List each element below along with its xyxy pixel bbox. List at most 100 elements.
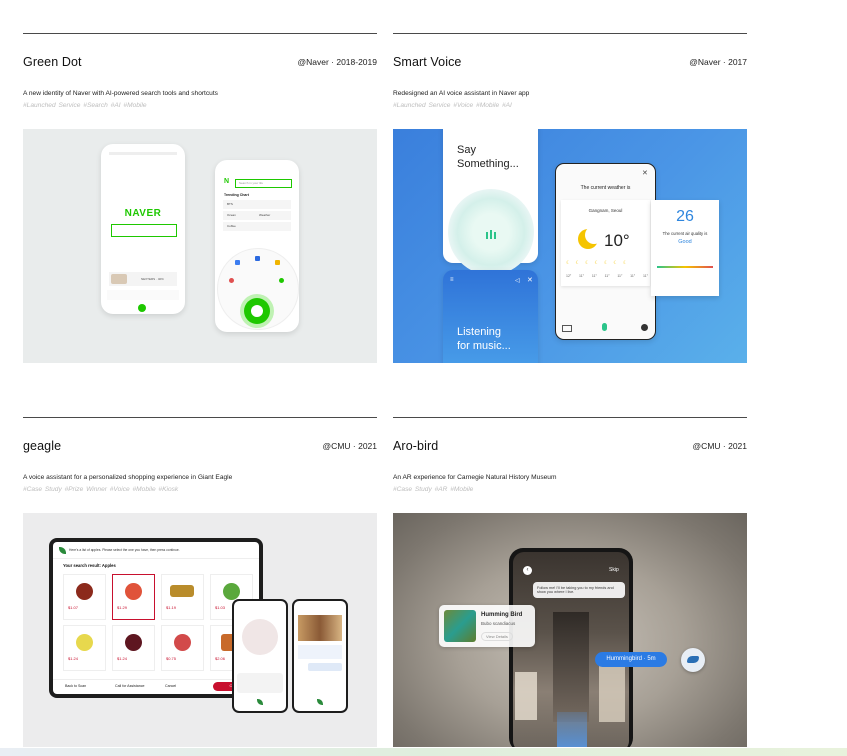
mic-bars-icon bbox=[486, 232, 488, 239]
price: $1.03 bbox=[215, 605, 226, 610]
price: $1.24 bbox=[117, 656, 128, 661]
banner-text: NEXTERS · 40% bbox=[141, 277, 164, 281]
temperature: 10° bbox=[604, 231, 630, 250]
forecast-temp: 11° bbox=[604, 274, 610, 278]
project-title[interactable]: Aro-bird bbox=[393, 439, 438, 453]
project-thumbnail[interactable]: NAVER NEXTERS · 40% N Search in your lif… bbox=[23, 129, 377, 363]
cancel-button[interactable]: Cancel bbox=[165, 684, 176, 688]
trending-item: Coffee bbox=[227, 224, 236, 228]
project-card-geagle[interactable]: geagle @CMU · 2021 A voice assistant for… bbox=[23, 417, 377, 747]
project-description: An AR experience for Carnegie Natural Hi… bbox=[393, 474, 557, 481]
divider bbox=[23, 33, 377, 34]
speaker-icon: ◁ bbox=[515, 278, 520, 284]
back-icon[interactable]: ‹ bbox=[523, 566, 532, 575]
trending-label: Trending Chart bbox=[224, 193, 249, 197]
assistant-icon bbox=[641, 324, 648, 331]
call-assistance-button[interactable]: Call for Assistance bbox=[115, 684, 145, 688]
trending-item: BTS bbox=[227, 202, 233, 206]
leaf-icon bbox=[317, 699, 323, 705]
project-meta: @CMU · 2021 bbox=[692, 441, 747, 451]
project-tags: #Launched Service #Voice #Mobile #AI bbox=[393, 102, 512, 109]
close-icon: ✕ bbox=[642, 170, 648, 177]
bird-marker-icon[interactable] bbox=[681, 648, 705, 672]
product-tile[interactable]: $1.24 bbox=[63, 625, 106, 671]
shortcut-icon bbox=[279, 278, 284, 283]
apple-icon bbox=[125, 634, 142, 651]
project-title[interactable]: Green Dot bbox=[23, 55, 82, 69]
project-title[interactable]: geagle bbox=[23, 439, 61, 453]
project-card-smart-voice[interactable]: Smart Voice @Naver · 2017 Redesigned an … bbox=[393, 33, 747, 363]
mic-icon bbox=[602, 323, 607, 331]
project-meta: @Naver · 2018-2019 bbox=[297, 57, 377, 67]
path-arrow-icon bbox=[557, 712, 587, 747]
project-card-green-dot[interactable]: Green Dot @Naver · 2018-2019 A new ident… bbox=[23, 33, 377, 363]
naver-n-logo: N bbox=[224, 178, 230, 185]
apple-icon bbox=[76, 634, 93, 651]
price: $1.24 bbox=[68, 656, 79, 661]
phone-mockup bbox=[292, 599, 348, 713]
product-tile[interactable]: $1.24 bbox=[112, 625, 155, 671]
shortcut-icon bbox=[255, 256, 260, 261]
speech-bubble: Follow me! I'll be taking you to my frie… bbox=[533, 582, 625, 598]
bird-latin: Bubo scandiacus bbox=[481, 621, 516, 626]
close-icon: ✕ bbox=[527, 277, 533, 284]
project-thumbnail[interactable]: ‹ Skip Follow me! I'll be taking you to … bbox=[393, 513, 747, 747]
forecast-temp: 11° bbox=[630, 274, 636, 278]
air-quality-card: 26 The current air quality is Good bbox=[651, 200, 719, 296]
bird-name: Humming Bird bbox=[481, 612, 523, 618]
tablet-mockup: Here's a list of apples. Please select t… bbox=[49, 538, 263, 698]
trending-item: Ocean bbox=[227, 213, 236, 217]
apple-icon bbox=[125, 583, 142, 600]
menu-icon: ≡ bbox=[450, 277, 454, 283]
phone-mockup: ≡ ◁ ✕ Listening for music... bbox=[443, 270, 538, 363]
phone-mockup: ✕ The current weather is Gangnam, Seoul … bbox=[555, 163, 656, 340]
forecast-row: ☾☾☾☾☾☾☾ bbox=[566, 260, 633, 266]
phone-mockup: N Search in your life Trending Chart BTS… bbox=[215, 160, 299, 332]
mic-bars-icon bbox=[494, 232, 496, 239]
product-tile-selected[interactable]: $1.29 bbox=[112, 574, 155, 620]
product-tile[interactable]: $1.07 bbox=[63, 574, 106, 620]
air-heading: The current air quality is bbox=[662, 231, 708, 236]
divider bbox=[23, 417, 377, 418]
apple-icon bbox=[223, 583, 240, 600]
project-tags: #Launched Service #Search #AI #Mobile bbox=[23, 102, 147, 109]
listening-text: Listening bbox=[457, 326, 502, 338]
bird-info-card[interactable]: Humming Bird Bubo scandiacus View Detail… bbox=[439, 605, 535, 647]
weather-heading: The current weather is bbox=[580, 185, 631, 191]
forecast-temps: 12° 11° 11° 11° 11° 11° 11° bbox=[566, 274, 648, 278]
keyboard-icon bbox=[562, 325, 572, 332]
shortcut-icon bbox=[275, 260, 280, 265]
divider bbox=[393, 417, 747, 418]
product-tile[interactable]: $0.75 bbox=[161, 625, 204, 671]
product-tile[interactable]: $1.19 bbox=[161, 574, 204, 620]
forecast-temp: 11° bbox=[579, 274, 585, 278]
price: $1.07 bbox=[68, 605, 79, 610]
trending-item: Weather bbox=[259, 213, 271, 217]
mic-bars-icon bbox=[490, 230, 492, 239]
phone-mockup: Say Something... bbox=[443, 129, 538, 275]
forecast-temp: 11° bbox=[591, 274, 597, 278]
skip-button[interactable]: Skip bbox=[609, 567, 619, 573]
say-text: Say bbox=[457, 144, 476, 156]
apple-icon bbox=[170, 585, 194, 597]
shortcut-icon bbox=[235, 260, 240, 265]
divider bbox=[393, 33, 747, 34]
say-text: Something... bbox=[457, 158, 519, 170]
project-card-aro-bird[interactable]: Aro-bird @CMU · 2021 An AR experience fo… bbox=[393, 417, 747, 747]
naver-logo: NAVER bbox=[124, 208, 162, 219]
project-meta: @Naver · 2017 bbox=[689, 57, 747, 67]
project-thumbnail[interactable]: Here's a list of apples. Please select t… bbox=[23, 513, 377, 747]
project-meta: @CMU · 2021 bbox=[322, 441, 377, 451]
bird-thumbnail bbox=[444, 610, 476, 642]
forecast-temp: 11° bbox=[642, 274, 648, 278]
distance-pill[interactable]: Hummingbird · 5m bbox=[595, 652, 667, 667]
project-thumbnail[interactable]: Say Something... ≡ ◁ ✕ Listening for mus… bbox=[393, 129, 747, 363]
search-field: Search in your life bbox=[235, 179, 292, 188]
view-details-button[interactable]: View Details bbox=[481, 632, 513, 641]
forecast-temp: 12° bbox=[566, 274, 572, 278]
project-description: Redesigned an AI voice assistant in Nave… bbox=[393, 90, 530, 97]
back-to-scan-button[interactable]: Back to Scan bbox=[65, 684, 86, 688]
project-title[interactable]: Smart Voice bbox=[393, 55, 462, 69]
project-tags: #Case Study #Prize Winner #Voice #Mobile… bbox=[23, 486, 179, 493]
listening-text: for music... bbox=[457, 340, 511, 352]
